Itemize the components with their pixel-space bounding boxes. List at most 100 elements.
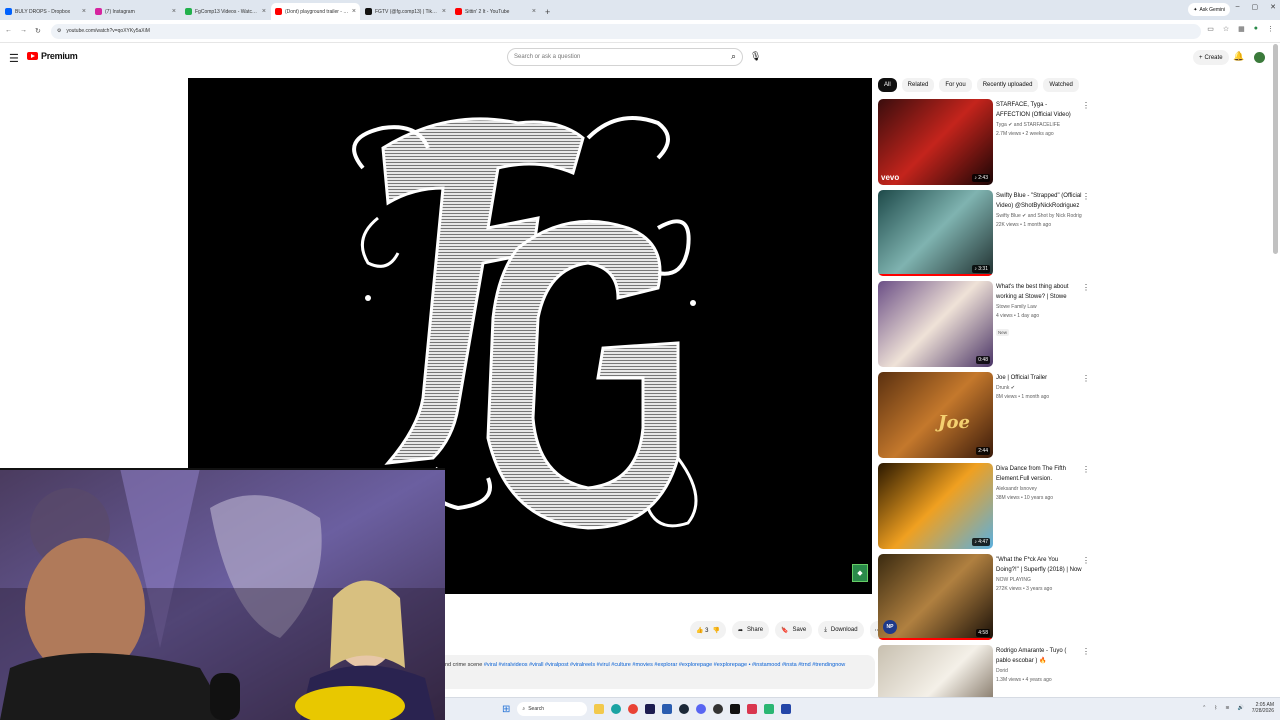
related-video-item[interactable]: Joe 2:44 Joe | Official Trailer Drunk ✔ 8M v… (878, 372, 1090, 458)
ask-gemini-button[interactable]: ✦ Ask Gemini (1188, 3, 1230, 16)
share-button[interactable]: ➦ Share (731, 621, 770, 639)
more-vertical-icon[interactable]: ⋮ (1082, 465, 1090, 474)
steam-icon[interactable] (679, 704, 690, 714)
video-description[interactable]: nd crime scene #viral #viralvideos #vira… (445, 655, 875, 689)
minimize-icon[interactable]: – (1236, 3, 1240, 11)
clock[interactable]: 2:05 AM 7/28/2026 (1252, 702, 1274, 714)
edge-icon[interactable] (611, 704, 622, 714)
related-video-item[interactable]: ♪ 4:47 Diva Dance from The Fifth Element.… (878, 463, 1090, 549)
back-icon[interactable]: ← (5, 27, 12, 35)
search-input[interactable]: Search or ask a question ⌕ (507, 48, 743, 66)
extension-icon[interactable]: ▦ (1238, 25, 1245, 33)
wifi-icon[interactable]: ≋ (1225, 705, 1229, 711)
filter-chip[interactable]: For you (939, 78, 972, 92)
video-thumbnail[interactable]: Joe 2:44 (878, 372, 993, 458)
related-video-title[interactable]: Rodrigo Amarante - Tuyo ( pablo escobar … (996, 646, 1082, 666)
forward-icon[interactable]: → (20, 27, 27, 35)
more-vertical-icon[interactable]: ⋮ (1082, 283, 1090, 292)
close-tab-icon[interactable]: × (172, 8, 176, 15)
related-video-channel[interactable]: Tyga ✔ and STARFACELIFE (996, 121, 1082, 130)
browser-menu-icon[interactable]: ⋮ (1267, 25, 1274, 33)
related-video-channel[interactable]: Swifty Blue ✔ and Shot by Nick Rodriguez (996, 212, 1082, 221)
more-vertical-icon[interactable]: ⋮ (1082, 374, 1090, 383)
filter-chip[interactable]: Watched (1043, 78, 1079, 92)
app-icon-red[interactable] (747, 704, 758, 714)
browser-tab[interactable]: (Dont) playground trailer - YouTube× (271, 3, 360, 20)
maximize-icon[interactable]: ▢ (1252, 3, 1259, 11)
close-tab-icon[interactable]: × (442, 8, 446, 15)
related-video-title[interactable]: Diva Dance from The Fifth Element.Full v… (996, 464, 1082, 484)
close-tab-icon[interactable]: × (532, 8, 536, 15)
related-video-channel[interactable]: NOW PLAYING (996, 576, 1082, 585)
filter-chip[interactable]: All (878, 78, 897, 92)
windows-start-icon[interactable]: ⊞ (502, 704, 510, 715)
related-video-channel[interactable]: Dorid (996, 667, 1082, 676)
video-thumbnail[interactable]: ♪ 3:31 (878, 190, 993, 276)
related-video-item[interactable]: vevo ♪ 2:43 STARFACE, Tyga - AFFECTION (Of… (878, 99, 1090, 185)
video-thumbnail[interactable]: 0:48 (878, 281, 993, 367)
notifications-icon[interactable]: 🔔 (1233, 51, 1244, 62)
channel-watermark-icon[interactable]: ◆ (852, 564, 868, 582)
related-video-channel[interactable]: Stowe Family Law (996, 303, 1082, 312)
related-video-item[interactable]: ♪ 3:31 Swifty Blue - "Strapped" (Official… (878, 190, 1090, 276)
related-video-title[interactable]: Swifty Blue - "Strapped" (Official Video… (996, 191, 1082, 211)
avatar[interactable] (1254, 52, 1265, 63)
browser-tab[interactable]: BULY DROPS - Dropbox × (1, 3, 90, 20)
taskbar-search[interactable]: ⌕ Search (517, 702, 588, 716)
file-explorer-icon[interactable] (594, 704, 605, 714)
app-icon-green[interactable] (764, 704, 775, 714)
cast-icon[interactable]: ▭ (1207, 25, 1214, 33)
more-vertical-icon[interactable]: ⋮ (1082, 101, 1090, 110)
related-video-title[interactable]: "What the F*ck Are You Doing?!" | Superf… (996, 555, 1082, 575)
capcut-icon[interactable] (730, 704, 741, 714)
like-button[interactable]: 👍 3 (696, 627, 709, 634)
bluetooth-icon[interactable]: ᛒ (1214, 705, 1217, 711)
profile-icon[interactable]: ● (1254, 25, 1258, 33)
close-tab-icon[interactable]: × (352, 8, 356, 15)
close-tab-icon[interactable]: × (82, 8, 86, 15)
menu-icon[interactable]: ☰ (9, 52, 19, 65)
more-vertical-icon[interactable]: ⋮ (1082, 647, 1090, 656)
video-thumbnail[interactable]: ♪ 4:47 (878, 463, 993, 549)
obs-icon[interactable] (713, 704, 724, 714)
save-button[interactable]: 🔖 Save (775, 621, 813, 639)
related-video-title[interactable]: What's the best thing about working at S… (996, 282, 1082, 302)
search-icon[interactable]: ⌕ (731, 51, 736, 62)
filter-chip[interactable]: Recently uploaded (976, 78, 1039, 92)
microphone-icon[interactable]: 🎙 (750, 51, 761, 62)
video-thumbnail[interactable]: vevo ♪ 2:43 (878, 99, 993, 185)
create-button[interactable]: + Create (1193, 50, 1229, 65)
app-icon-darkblue[interactable] (781, 704, 792, 714)
dislike-button[interactable]: 👎 (713, 627, 720, 634)
browser-tab[interactable]: (7) Instagram × (91, 3, 180, 20)
volume-icon[interactable]: 🔊 (1238, 705, 1244, 711)
chevron-up-icon[interactable]: ⌃ (1202, 705, 1206, 711)
more-vertical-icon[interactable]: ⋮ (1082, 192, 1090, 201)
related-video-channel[interactable]: Aleksandr Isnovey (996, 485, 1082, 494)
youtube-logo[interactable]: Premium (27, 51, 78, 61)
new-tab-icon[interactable]: + (545, 3, 550, 20)
description-hashtags[interactable]: #viral #viralvideos #virall #viralpost #… (484, 662, 845, 668)
site-info-icon[interactable]: ⚙ (57, 28, 61, 34)
address-bar[interactable]: ⚙ youtube.com/watch?v=qoXYKy5aXiM (50, 23, 1201, 39)
browser-tab[interactable]: FGTV (@fg.comp13) | TikTok × (361, 3, 450, 20)
related-video-title[interactable]: Joe | Official Trailer (996, 373, 1082, 383)
video-thumbnail[interactable]: NP 4:58 (878, 554, 993, 640)
page-scrollbar[interactable] (1273, 44, 1278, 254)
filter-chip[interactable]: Related (901, 78, 935, 92)
browser-tab[interactable]: Sittin' 2 It - YouTube × (451, 3, 540, 20)
related-video-title[interactable]: STARFACE, Tyga - AFFECTION (Official Vid… (996, 100, 1082, 120)
close-window-icon[interactable]: ✕ (1270, 3, 1276, 11)
more-vertical-icon[interactable]: ⋮ (1082, 556, 1090, 565)
download-button[interactable]: ⤓ Download (818, 621, 864, 639)
browser-tab[interactable]: FgComp13 Videos - Watch On × (181, 3, 270, 20)
app-icon-blue[interactable] (662, 704, 673, 714)
bookmark-star-icon[interactable]: ☆ (1223, 25, 1229, 33)
related-video-channel[interactable]: Drunk ✔ (996, 384, 1082, 393)
discord-icon[interactable] (696, 704, 707, 714)
reload-icon[interactable]: ↻ (35, 27, 41, 35)
related-video-item[interactable]: 0:48 What's the best thing about working … (878, 281, 1090, 367)
premiere-icon[interactable] (645, 704, 656, 714)
chrome-icon[interactable] (628, 704, 639, 714)
close-tab-icon[interactable]: × (262, 8, 266, 15)
